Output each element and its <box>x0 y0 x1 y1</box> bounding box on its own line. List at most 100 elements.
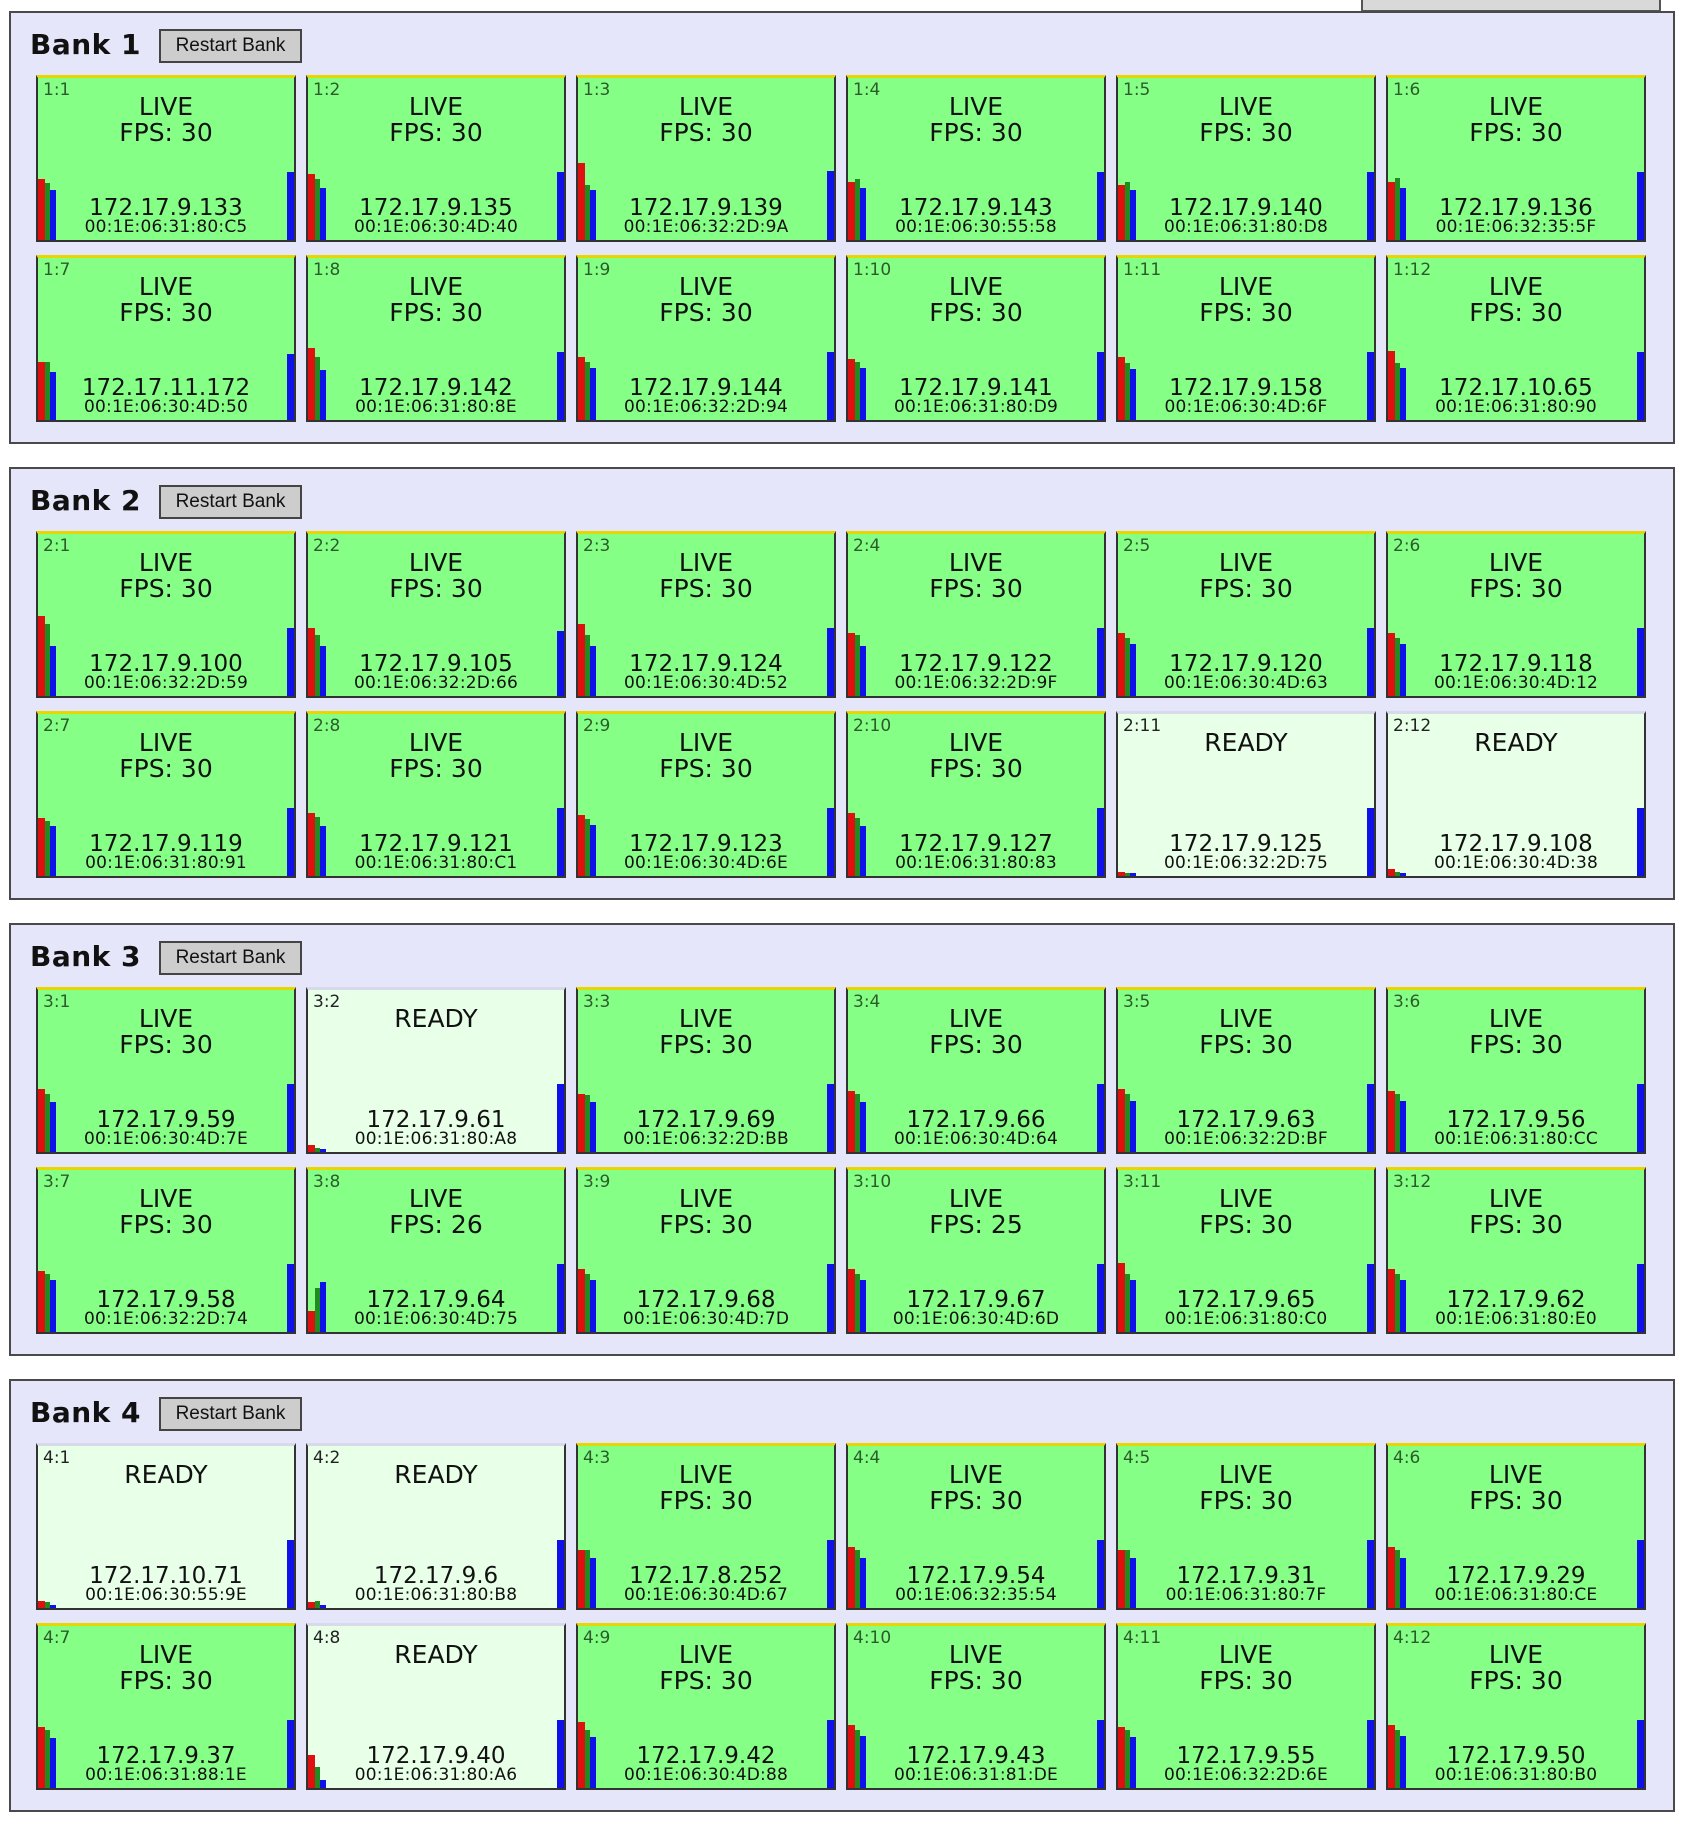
restart-bank-button[interactable]: Restart Bank <box>159 941 302 975</box>
camera-tile[interactable]: 4:3 LIVE FPS: 30 172.17.8.252 00:1E:06:30:4D… <box>576 1443 836 1610</box>
tile-fps: FPS: 30 <box>389 754 483 783</box>
tile-mac-address: 00:1E:06:31:80:CC <box>1434 1129 1598 1149</box>
camera-tile[interactable]: 4:1 READY 172.17.10.71 00:1E:06:30:55:9E <box>36 1443 296 1610</box>
camera-tile[interactable]: 1:10 LIVE FPS: 30 172.17.9.141 00:1E:06:31:8… <box>846 255 1106 422</box>
camera-tile[interactable]: 4:2 READY 172.17.9.6 00:1E:06:31:80:B8 <box>306 1443 566 1610</box>
camera-tile[interactable]: 3:3 LIVE FPS: 30 172.17.9.69 00:1E:06:32:2D:… <box>576 987 836 1154</box>
camera-tile[interactable]: 4:8 READY 172.17.9.40 00:1E:06:31:80:A6 <box>306 1623 566 1790</box>
red-level-bar <box>848 359 855 420</box>
camera-tile[interactable]: 4:11 LIVE FPS: 30 172.17.9.55 00:1E:06:32:2D… <box>1116 1623 1376 1790</box>
red-level-bar <box>308 1755 315 1788</box>
camera-tile[interactable]: 2:3 LIVE FPS: 30 172.17.9.124 00:1E:06:30:4D… <box>576 531 836 698</box>
right-level-bar <box>557 1540 564 1608</box>
red-level-bar <box>38 1601 45 1608</box>
tile-fps: FPS: 30 <box>659 298 753 327</box>
camera-tile[interactable]: 4:7 LIVE FPS: 30 172.17.9.37 00:1E:06:31:88:… <box>36 1623 296 1790</box>
tile-status: LIVE <box>948 1460 1004 1489</box>
camera-tile[interactable]: 3:12 LIVE FPS: 30 172.17.9.62 00:1E:06:31:80… <box>1386 1167 1646 1334</box>
restart-bank-button[interactable]: Restart Bank <box>159 1397 302 1431</box>
right-level-bar <box>1097 1540 1104 1608</box>
camera-tile[interactable]: 2:9 LIVE FPS: 30 172.17.9.123 00:1E:06:30:4D… <box>576 711 836 878</box>
red-level-bar <box>1118 185 1125 240</box>
camera-tile[interactable]: 4:5 LIVE FPS: 30 172.17.9.31 00:1E:06:31:80:… <box>1116 1443 1376 1610</box>
camera-tile[interactable]: 2:6 LIVE FPS: 30 172.17.9.118 00:1E:06:30:4D… <box>1386 531 1646 698</box>
right-level-bar <box>287 172 294 240</box>
tile-status: LIVE <box>408 92 464 121</box>
blue-level-bar <box>1400 1101 1406 1152</box>
tile-status: READY <box>124 1460 208 1489</box>
camera-tile[interactable]: 2:11 READY 172.17.9.125 00:1E:06:32:2D:75 <box>1116 711 1376 878</box>
camera-tile[interactable]: 1:8 LIVE FPS: 30 172.17.9.142 00:1E:06:31:80… <box>306 255 566 422</box>
blue-level-bar <box>320 1282 326 1332</box>
camera-tile[interactable]: 3:8 LIVE FPS: 26 172.17.9.64 00:1E:06:30:4D:… <box>306 1167 566 1334</box>
camera-tile[interactable]: 2:8 LIVE FPS: 30 172.17.9.121 00:1E:06:31:80… <box>306 711 566 878</box>
camera-tile[interactable]: 3:5 LIVE FPS: 30 172.17.9.63 00:1E:06:32:2D:… <box>1116 987 1376 1154</box>
camera-tile[interactable]: 3:6 LIVE FPS: 30 172.17.9.56 00:1E:06:31:80:… <box>1386 987 1646 1154</box>
camera-tile[interactable]: 1:6 LIVE FPS: 30 172.17.9.136 00:1E:06:32:35… <box>1386 75 1646 242</box>
blue-level-bar <box>860 1102 866 1152</box>
camera-tile[interactable]: 2:2 LIVE FPS: 30 172.17.9.105 00:1E:06:32:2D… <box>306 531 566 698</box>
tile-fps: FPS: 30 <box>119 1030 213 1059</box>
blue-level-bar <box>1130 1101 1136 1152</box>
camera-tile[interactable]: 2:10 LIVE FPS: 30 172.17.9.127 00:1E:06:31:8… <box>846 711 1106 878</box>
camera-tile[interactable]: 3:4 LIVE FPS: 30 172.17.9.66 00:1E:06:30:4D:… <box>846 987 1106 1154</box>
right-level-bar <box>1637 1540 1644 1608</box>
tile-fps: FPS: 30 <box>389 118 483 147</box>
camera-tile[interactable]: 3:7 LIVE FPS: 30 172.17.9.58 00:1E:06:32:2D:… <box>36 1167 296 1334</box>
camera-tile[interactable]: 3:1 LIVE FPS: 30 172.17.9.59 00:1E:06:30:4D:… <box>36 987 296 1154</box>
red-level-bar <box>848 182 855 240</box>
tile-fps: FPS: 30 <box>1469 1486 1563 1515</box>
camera-tile[interactable]: 2:1 LIVE FPS: 30 172.17.9.100 00:1E:06:32:2D… <box>36 531 296 698</box>
tile-status: LIVE <box>678 1460 734 1489</box>
camera-tile[interactable]: 1:4 LIVE FPS: 30 172.17.9.143 00:1E:06:30:55… <box>846 75 1106 242</box>
tile-fps: FPS: 30 <box>929 1486 1023 1515</box>
right-level-bar <box>1367 352 1374 420</box>
restart-bank-button[interactable]: Restart Bank <box>159 29 302 63</box>
tile-fps: FPS: 30 <box>1199 298 1293 327</box>
tile-status: LIVE <box>408 272 464 301</box>
tile-status: LIVE <box>1488 1184 1544 1213</box>
right-level-bar <box>1367 808 1374 876</box>
tile-fps: FPS: 30 <box>1469 1210 1563 1239</box>
camera-tile[interactable]: 3:9 LIVE FPS: 30 172.17.9.68 00:1E:06:30:4D:… <box>576 1167 836 1334</box>
red-level-bar <box>308 1311 315 1332</box>
blue-level-bar <box>860 646 866 696</box>
restart-bank-button[interactable]: Restart Bank <box>159 485 302 519</box>
camera-tile[interactable]: 1:5 LIVE FPS: 30 172.17.9.140 00:1E:06:31:80… <box>1116 75 1376 242</box>
camera-tile[interactable]: 3:10 LIVE FPS: 25 172.17.9.67 00:1E:06:30:4D… <box>846 1167 1106 1334</box>
camera-tile[interactable]: 1:7 LIVE FPS: 30 172.17.11.172 00:1E:06:30:4… <box>36 255 296 422</box>
camera-tile[interactable]: 1:3 LIVE FPS: 30 172.17.9.139 00:1E:06:32:2D… <box>576 75 836 242</box>
camera-tile[interactable]: 2:5 LIVE FPS: 30 172.17.9.120 00:1E:06:30:4D… <box>1116 531 1376 698</box>
camera-tile[interactable]: 1:9 LIVE FPS: 30 172.17.9.144 00:1E:06:32:2D… <box>576 255 836 422</box>
right-level-bar <box>287 1084 294 1152</box>
tile-mac-address: 00:1E:06:30:4D:6F <box>1164 397 1328 417</box>
camera-tile[interactable]: 3:2 READY 172.17.9.61 00:1E:06:31:80:A8 <box>306 987 566 1154</box>
red-level-bar <box>1118 1089 1125 1152</box>
tile-mac-address: 00:1E:06:31:80:C5 <box>84 217 248 237</box>
camera-tile[interactable]: 2:12 READY 172.17.9.108 00:1E:06:30:4D:38 <box>1386 711 1646 878</box>
tile-status: LIVE <box>1488 1004 1544 1033</box>
tile-status: READY <box>394 1004 478 1033</box>
camera-tile[interactable]: 1:1 LIVE FPS: 30 172.17.9.133 00:1E:06:31:80… <box>36 75 296 242</box>
camera-tile[interactable]: 4:10 LIVE FPS: 30 172.17.9.43 00:1E:06:31:81… <box>846 1623 1106 1790</box>
blue-level-bar <box>1130 644 1136 696</box>
camera-tile[interactable]: 1:11 LIVE FPS: 30 172.17.9.158 00:1E:06:30:4… <box>1116 255 1376 422</box>
camera-tile[interactable]: 1:2 LIVE FPS: 30 172.17.9.135 00:1E:06:30:4D… <box>306 75 566 242</box>
tile-mac-address: 00:1E:06:30:4D:63 <box>1163 673 1329 693</box>
blue-level-bar <box>860 1280 866 1332</box>
tile-status: LIVE <box>1488 548 1544 577</box>
camera-tile[interactable]: 4:9 LIVE FPS: 30 172.17.9.42 00:1E:06:30:4D:… <box>576 1623 836 1790</box>
red-level-bar <box>1118 633 1125 696</box>
red-level-bar <box>1118 1550 1125 1608</box>
tile-mac-address: 00:1E:06:32:2D:9A <box>623 217 789 237</box>
camera-tile[interactable]: 1:12 LIVE FPS: 30 172.17.10.65 00:1E:06:31:8… <box>1386 255 1646 422</box>
camera-tile[interactable]: 2:7 LIVE FPS: 30 172.17.9.119 00:1E:06:31:80… <box>36 711 296 878</box>
red-level-bar <box>1388 1091 1395 1152</box>
camera-tile[interactable]: 4:6 LIVE FPS: 30 172.17.9.29 00:1E:06:31:80:… <box>1386 1443 1646 1610</box>
camera-tile[interactable]: 2:4 LIVE FPS: 30 172.17.9.122 00:1E:06:32:2D… <box>846 531 1106 698</box>
right-level-bar <box>827 1720 834 1788</box>
camera-tile[interactable]: 4:4 LIVE FPS: 30 172.17.9.54 00:1E:06:32:35:… <box>846 1443 1106 1610</box>
camera-tile[interactable]: 3:11 LIVE FPS: 30 172.17.9.65 00:1E:06:31:80… <box>1116 1167 1376 1334</box>
camera-tile[interactable]: 4:12 LIVE FPS: 30 172.17.9.50 00:1E:06:31:80… <box>1386 1623 1646 1790</box>
tile-fps: FPS: 30 <box>1199 118 1293 147</box>
